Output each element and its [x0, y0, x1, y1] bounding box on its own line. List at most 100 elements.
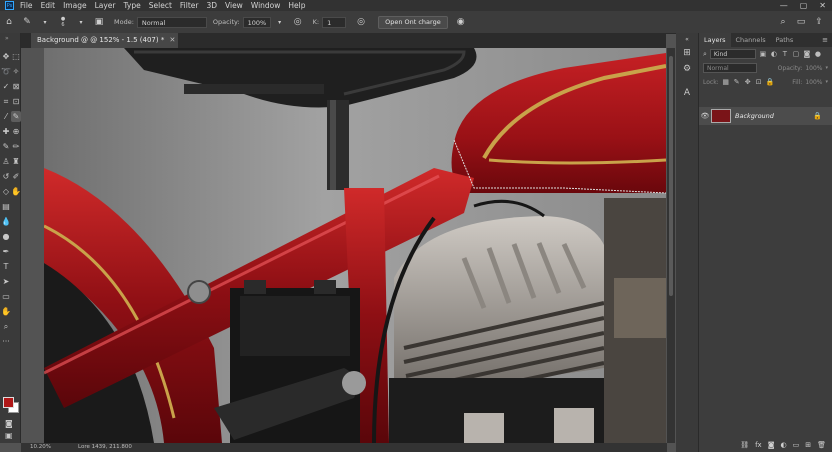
- lock-brush-icon[interactable]: ✎: [733, 78, 741, 86]
- menu-view[interactable]: View: [225, 1, 243, 10]
- document-info[interactable]: Lore 1439, 211.800: [78, 443, 132, 452]
- pen-tool-icon[interactable]: ✒: [1, 246, 11, 257]
- close-icon[interactable]: ✕: [819, 1, 826, 10]
- filter-adjustment-icon[interactable]: ◐: [770, 50, 778, 58]
- menu-filter[interactable]: Filter: [180, 1, 199, 10]
- filter-smart-icon[interactable]: ◙: [803, 50, 811, 58]
- blend-mode-select[interactable]: Normal: [703, 63, 757, 73]
- gradient-icon[interactable]: ▤: [1, 201, 11, 212]
- maximize-icon[interactable]: ▢: [800, 1, 808, 10]
- eraser-icon[interactable]: ◇: [1, 186, 11, 197]
- history-brush-icon[interactable]: ↺: [1, 171, 11, 182]
- collapse-icon[interactable]: »: [5, 35, 9, 42]
- menu-type[interactable]: Type: [124, 1, 141, 10]
- scrollbar-thumb[interactable]: [669, 56, 673, 296]
- brush-preset-icon[interactable]: ● 6: [56, 15, 70, 29]
- layer-name[interactable]: Background: [735, 112, 774, 120]
- marquee-tool-icon[interactable]: ⬚: [11, 51, 21, 62]
- paragraph-panel-icon[interactable]: A: [676, 85, 698, 101]
- pressure-size-icon[interactable]: ◎: [354, 15, 368, 29]
- vertical-scrollbar[interactable]: [667, 48, 675, 443]
- brush-tool-icon[interactable]: ✎: [20, 15, 34, 29]
- hand-icon[interactable]: ✋: [11, 186, 21, 197]
- pencil-icon[interactable]: ✏: [11, 141, 21, 152]
- open-charge-button[interactable]: Open Ont charge: [378, 15, 448, 29]
- group-folder-icon[interactable]: ▭: [793, 441, 800, 449]
- opacity-field[interactable]: 100%: [242, 16, 271, 28]
- fill-field[interactable]: 100%: [805, 79, 822, 86]
- photoshop-logo-icon[interactable]: Ps: [5, 1, 14, 10]
- menu-select[interactable]: Select: [149, 1, 172, 10]
- workspace-icon[interactable]: ▭: [794, 15, 808, 29]
- lock-artboard-icon[interactable]: ⊡: [755, 78, 763, 86]
- healing-brush-icon[interactable]: ✚: [1, 126, 11, 137]
- magic-wand-icon[interactable]: ✧: [11, 66, 21, 77]
- layer-row-background[interactable]: 👁 Background 🔒: [699, 107, 832, 125]
- fx-icon[interactable]: fx: [755, 441, 762, 449]
- k-field[interactable]: 1: [322, 16, 347, 28]
- filter-toggle-icon[interactable]: ●: [814, 50, 822, 58]
- history-panel-icon[interactable]: ⊞: [676, 45, 698, 61]
- chevron-down-icon[interactable]: ▾: [38, 15, 52, 29]
- path-select-icon[interactable]: ➤: [1, 276, 11, 287]
- dodge-icon[interactable]: ●: [1, 231, 11, 242]
- lock-pixels-icon[interactable]: ▦: [722, 78, 730, 86]
- foreground-color-swatch[interactable]: [3, 397, 14, 408]
- search-icon[interactable]: ⌕: [776, 15, 790, 29]
- zoom-level[interactable]: 10.20%: [30, 443, 51, 452]
- filter-kind-select[interactable]: Kind: [709, 49, 756, 59]
- brush-icon[interactable]: ✎: [1, 141, 11, 152]
- type-tool-icon[interactable]: T: [1, 261, 11, 272]
- zoom-tool-icon[interactable]: ⌕: [1, 321, 11, 332]
- move-tool-icon[interactable]: ✥: [1, 51, 11, 62]
- lasso-tool-icon[interactable]: ➰: [1, 66, 11, 77]
- chevron-down-icon[interactable]: ▾: [74, 15, 88, 29]
- mode-select[interactable]: Normal: [136, 16, 207, 28]
- link-layers-icon[interactable]: ⛓: [740, 441, 749, 449]
- filter-shape-icon[interactable]: ▢: [792, 50, 800, 58]
- document-tab[interactable]: Background @ @ 152% - 1.5 (407) * ✕: [31, 33, 179, 48]
- close-tab-icon[interactable]: ✕: [169, 33, 175, 48]
- lock-all-icon[interactable]: 🔒: [766, 78, 775, 86]
- chevron-down-icon[interactable]: ▾: [825, 79, 828, 85]
- panel-menu-icon[interactable]: ≡: [822, 36, 828, 44]
- expand-panels-icon[interactable]: «: [676, 33, 698, 45]
- brush-settings-icon[interactable]: ▣: [92, 15, 106, 29]
- chevron-down-icon[interactable]: ▾: [825, 65, 828, 71]
- pressure-opacity-icon[interactable]: ◎: [291, 15, 305, 29]
- slice-tool-icon[interactable]: ⊠: [11, 81, 21, 92]
- adjustment-layer-icon[interactable]: ◐: [781, 441, 787, 449]
- quick-mask-icon[interactable]: ◙: [5, 419, 13, 428]
- add-mask-icon[interactable]: ◙: [768, 441, 775, 449]
- art-history-icon[interactable]: ✐: [11, 171, 21, 182]
- properties-panel-icon[interactable]: ⚙: [676, 61, 698, 77]
- tab-layers[interactable]: Layers: [699, 33, 731, 47]
- home-icon[interactable]: ⌂: [2, 15, 16, 29]
- visibility-eye-icon[interactable]: 👁: [699, 112, 711, 120]
- minimize-icon[interactable]: —: [780, 1, 788, 10]
- tab-channels[interactable]: Channels: [731, 33, 771, 47]
- menu-3d[interactable]: 3D: [206, 1, 217, 10]
- pattern-stamp-icon[interactable]: ♜: [11, 156, 21, 167]
- brush-tool-active-icon[interactable]: ✎: [11, 111, 21, 122]
- blur-icon[interactable]: 💧: [1, 216, 11, 227]
- rectangle-icon[interactable]: ▭: [1, 291, 11, 302]
- new-layer-icon[interactable]: ⊞: [805, 441, 811, 449]
- frame-tool-icon[interactable]: ⊡: [11, 96, 21, 107]
- screen-mode-icon[interactable]: ▣: [5, 431, 13, 440]
- symmetry-icon[interactable]: ◉: [454, 15, 468, 29]
- menu-file[interactable]: File: [20, 1, 33, 10]
- menu-edit[interactable]: Edit: [41, 1, 56, 10]
- document-canvas[interactable]: [44, 48, 666, 443]
- patch-tool-icon[interactable]: ⊕: [11, 126, 21, 137]
- menu-image[interactable]: Image: [63, 1, 87, 10]
- lock-position-icon[interactable]: ✥: [744, 78, 752, 86]
- filter-type-icon[interactable]: T: [781, 50, 789, 58]
- crop-tool-icon[interactable]: ⌗: [1, 96, 11, 107]
- tab-paths[interactable]: Paths: [771, 33, 799, 47]
- layer-opacity-field[interactable]: 100%: [805, 65, 822, 72]
- menu-window[interactable]: Window: [251, 1, 281, 10]
- hand-tool-icon[interactable]: ✋: [1, 306, 11, 317]
- filter-pixel-icon[interactable]: ▣: [759, 50, 767, 58]
- menu-help[interactable]: Help: [288, 1, 305, 10]
